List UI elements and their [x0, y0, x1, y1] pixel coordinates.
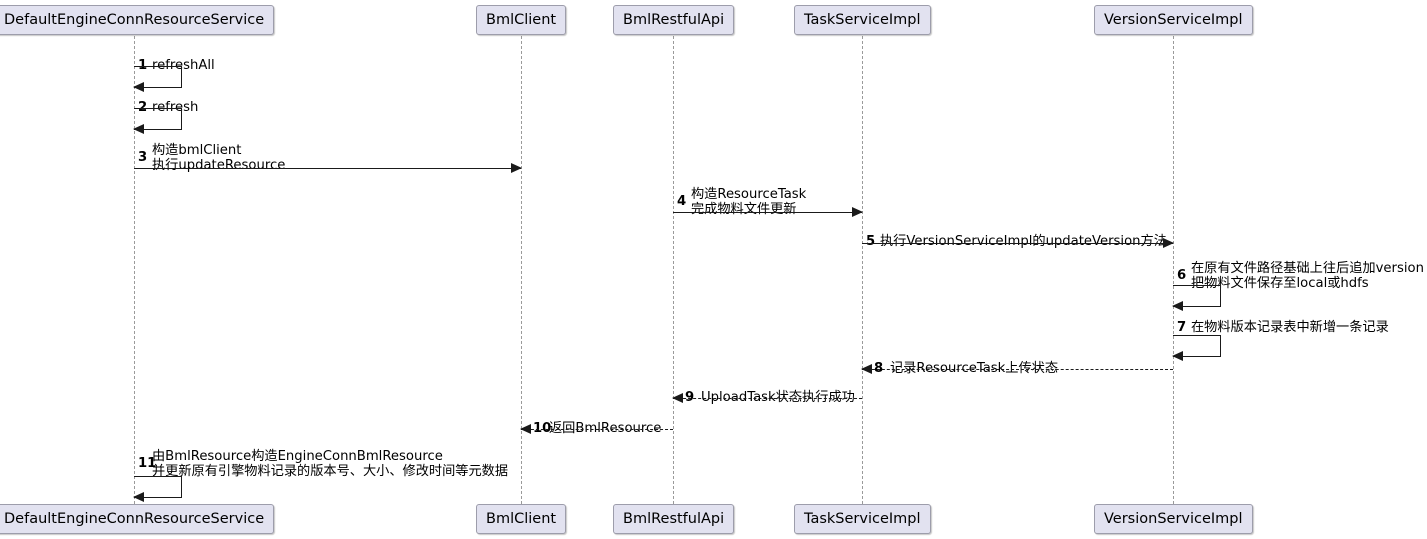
arrowhead-left [1172, 301, 1183, 311]
message-label-line1: 在物料版本记录表中新增一条记录 [1191, 320, 1389, 335]
message-label-line1: 由BmlResource构造EngineConnBmlResource [152, 449, 443, 464]
arrowhead-left [133, 124, 144, 134]
participant-box-top-TaskServiceImpl[interactable]: TaskServiceImpl [794, 5, 931, 35]
message-number: 4 [677, 194, 687, 209]
participant-box-bottom-BmlClient[interactable]: BmlClient [476, 504, 567, 534]
message-arrow-line [862, 369, 1173, 370]
arrowhead-left [133, 82, 144, 92]
message-number: 5 [866, 234, 876, 249]
participant-box-bottom-VersionServiceImpl[interactable]: VersionServiceImpl [1094, 504, 1253, 534]
message-label: 执行VersionServiceImpl的updateVersion方法 [880, 234, 1167, 249]
message-number: 7 [1177, 320, 1187, 335]
arrowhead-left [1172, 351, 1183, 361]
message-label-line2: 把物料文件保存至local或hdfs [1191, 276, 1369, 291]
lifeline-DefaultEngineConnResourceService [134, 36, 135, 504]
arrowhead-left [520, 424, 531, 434]
participant-box-top-VersionServiceImpl[interactable]: VersionServiceImpl [1094, 5, 1253, 35]
message-number: 6 [1177, 268, 1187, 283]
arrowhead-right [511, 163, 522, 173]
message-arrow-line [134, 168, 521, 169]
message-label-line2: 并更新原有引擎物料记录的版本号、大小、修改时间等元数据 [152, 464, 509, 479]
participant-box-top-BmlRestfulApi[interactable]: BmlRestfulApi [613, 5, 735, 35]
message-label: 由BmlResource构造EngineConnBmlResource 并更新原有… [152, 449, 508, 479]
message-label-line2: 完成物料文件更新 [691, 202, 797, 217]
message-arrow-line [521, 429, 673, 430]
message-label-line1: 在原有文件路径基础上往后追加version [1191, 261, 1424, 276]
message-label-line1: 执行VersionServiceImpl的updateVersion方法 [880, 234, 1167, 249]
sequence-diagram-canvas: DefaultEngineConnResourceService DefaultE… [0, 0, 1427, 539]
message-arrow-line [673, 398, 862, 399]
arrowhead-left [672, 393, 683, 403]
arrowhead-right [852, 207, 863, 217]
message-label: 在物料版本记录表中新增一条记录 [1191, 320, 1389, 335]
message-arrow-line [862, 243, 1173, 244]
message-label: 在原有文件路径基础上往后追加version 把物料文件保存至local或hdfs [1191, 261, 1424, 291]
message-label-line2: 执行updateResource [152, 158, 286, 173]
lifeline-TaskServiceImpl [862, 36, 863, 504]
arrowhead-left [861, 364, 872, 374]
lifeline-VersionServiceImpl [1173, 36, 1174, 504]
lifeline-BmlRestfulApi [673, 36, 674, 504]
participant-box-top-DefaultEngineConnResourceService[interactable]: DefaultEngineConnResourceService [0, 5, 275, 35]
participant-box-top-BmlClient[interactable]: BmlClient [476, 5, 567, 35]
participant-box-bottom-DefaultEngineConnResourceService[interactable]: DefaultEngineConnResourceService [0, 504, 275, 534]
participant-box-bottom-TaskServiceImpl[interactable]: TaskServiceImpl [794, 504, 931, 534]
message-label-line1: 构造bmlClient [152, 143, 242, 158]
arrowhead-left [133, 492, 144, 502]
message-label-line1: 构造ResourceTask [691, 187, 807, 202]
message-arrow-line [673, 212, 862, 213]
arrowhead-right [1163, 238, 1174, 248]
participant-box-bottom-BmlRestfulApi[interactable]: BmlRestfulApi [613, 504, 735, 534]
message-number: 3 [138, 150, 148, 165]
